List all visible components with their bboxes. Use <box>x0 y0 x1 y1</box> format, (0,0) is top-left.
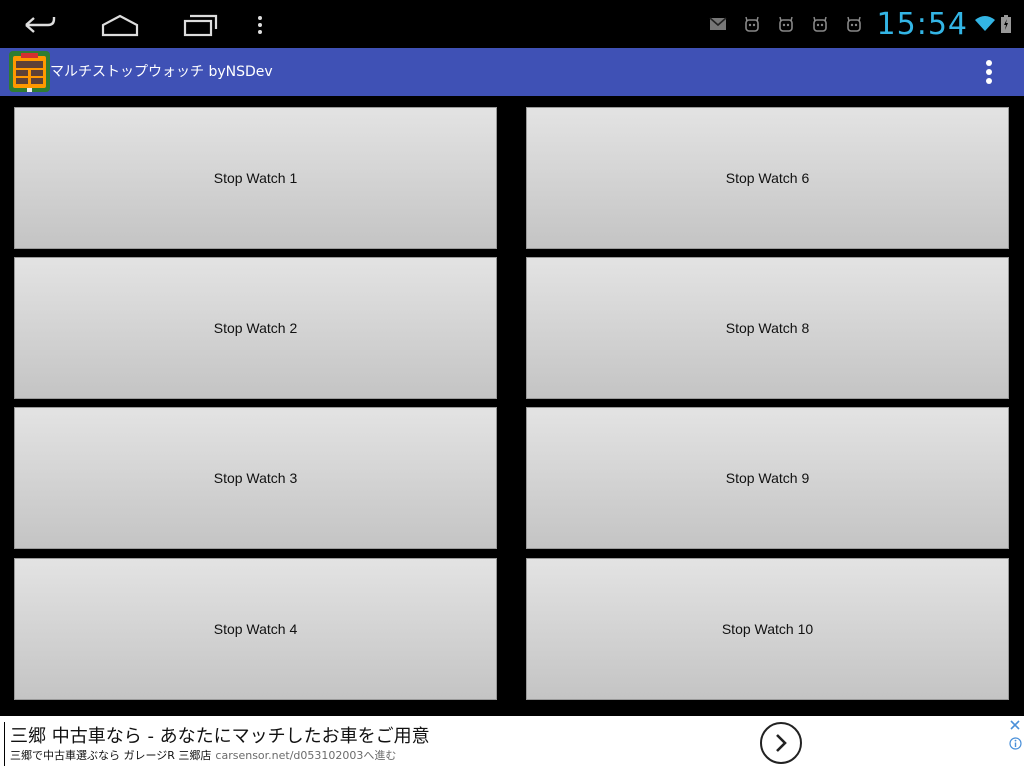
recents-icon <box>183 14 218 37</box>
stopwatch-grid: Stop Watch 1 Stop Watch 2 Stop Watch 3 S… <box>0 96 1024 708</box>
stopwatch-button[interactable]: Stop Watch 8 <box>526 257 1009 399</box>
ad-divider <box>4 722 5 766</box>
stopwatch-button[interactable]: Stop Watch 2 <box>14 257 497 399</box>
info-icon <box>1008 736 1022 750</box>
stopwatch-button[interactable]: Stop Watch 3 <box>14 407 497 549</box>
ad-subtext: 三郷で中古車選ぶなら ガレージR 三郷店 <box>10 749 212 762</box>
back-button[interactable] <box>20 10 60 40</box>
android-icon <box>803 0 837 48</box>
stopwatch-button[interactable]: Stop Watch 10 <box>526 558 1009 700</box>
ad-open-button[interactable] <box>760 722 802 764</box>
chevron-right-icon <box>776 734 787 752</box>
more-vert-icon <box>986 60 992 84</box>
ad-headline[interactable]: 三郷 中古車なら - あなたにマッチしたお車をご用意 <box>10 722 430 748</box>
close-icon <box>1010 720 1020 730</box>
ad-close-button[interactable] <box>1008 718 1022 732</box>
home-icon <box>101 14 139 37</box>
recents-button[interactable] <box>180 10 220 40</box>
stopwatch-button[interactable]: Stop Watch 6 <box>526 107 1009 249</box>
action-bar: マルチストップウォッチ byNSDev <box>0 48 1024 96</box>
battery-icon <box>996 0 1016 48</box>
gmail-icon <box>701 0 735 48</box>
app-title: マルチストップウォッチ byNSDev <box>50 64 273 80</box>
ad-banner[interactable]: 三郷 中古車なら - あなたにマッチしたお車をご用意 三郷で中古車選ぶなら ガレ… <box>0 716 1024 768</box>
android-icon <box>769 0 803 48</box>
android-icon <box>837 0 871 48</box>
home-button[interactable] <box>100 10 140 40</box>
back-icon <box>25 17 56 33</box>
menu-button[interactable] <box>242 10 278 40</box>
wifi-icon <box>974 0 996 48</box>
ad-info-button[interactable] <box>1008 736 1022 750</box>
android-icon <box>735 0 769 48</box>
ad-url[interactable]: carsensor.net/d053102003へ進む <box>215 749 396 762</box>
system-status-bar: 15:54 <box>0 0 1024 48</box>
stopwatch-button[interactable]: Stop Watch 4 <box>14 558 497 700</box>
menu-icon <box>258 16 262 34</box>
overflow-menu-button[interactable] <box>974 56 1004 88</box>
stopwatch-button[interactable]: Stop Watch 9 <box>526 407 1009 549</box>
clock: 15:54 <box>876 6 968 42</box>
stopwatch-button[interactable]: Stop Watch 1 <box>14 107 497 249</box>
ad-subtext-line: 三郷で中古車選ぶなら ガレージR 三郷店 carsensor.net/d05310… <box>10 747 396 763</box>
app-logo <box>9 51 50 92</box>
